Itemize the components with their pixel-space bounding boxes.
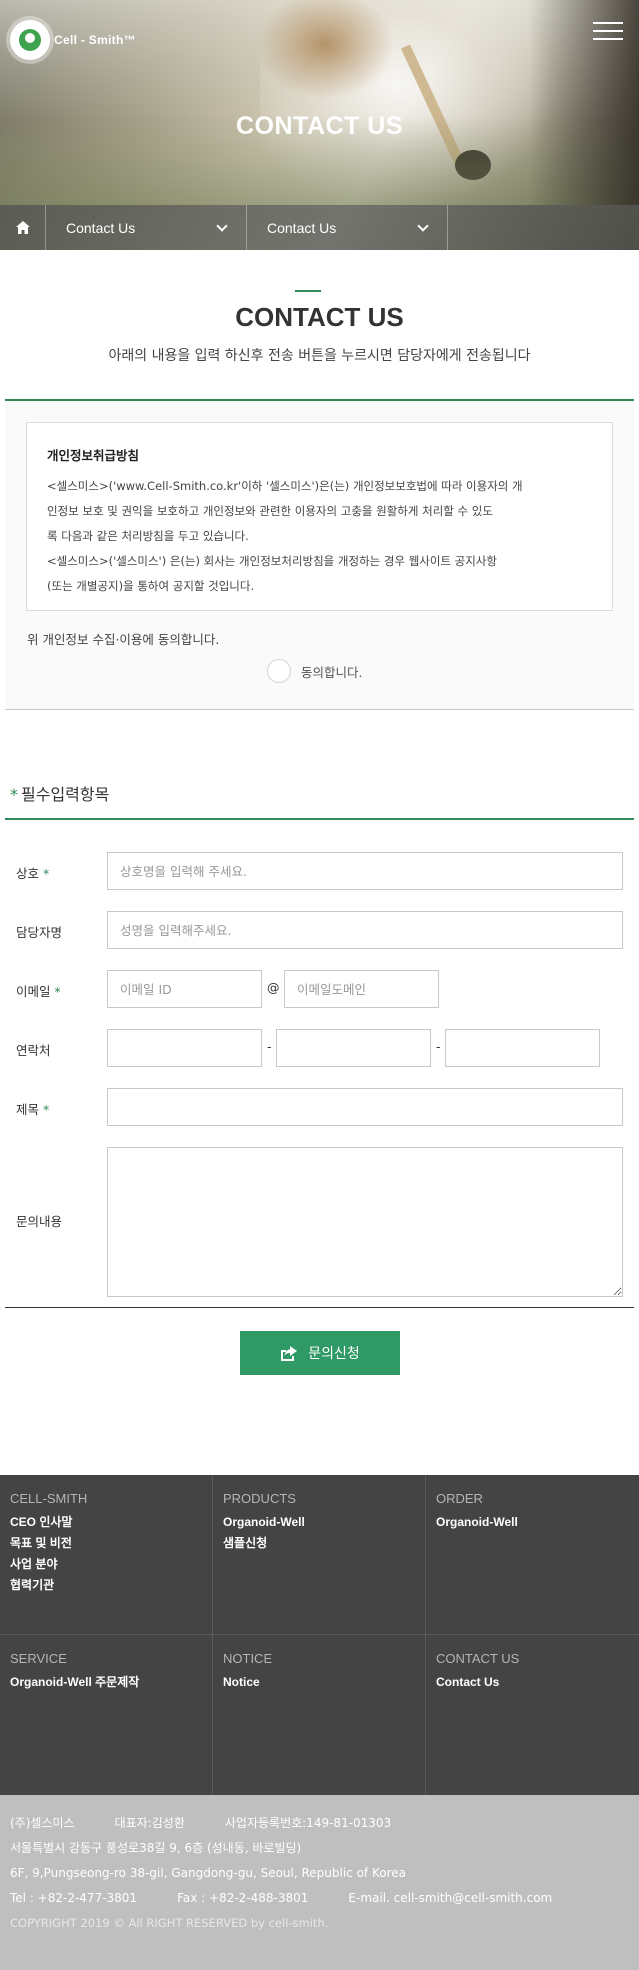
address-en: 6F, 9,Pungseong-ro 38-gil, Gangdong-gu, … xyxy=(10,1866,406,1880)
email-domain-input[interactable] xyxy=(284,970,439,1008)
submit-inquiry-button[interactable]: 문의신청 xyxy=(240,1331,400,1375)
footer-link[interactable]: Contact Us xyxy=(436,1672,629,1693)
footer-col-title: PRODUCTS xyxy=(223,1491,296,1506)
required-fields-title: * 필수입력항목 xyxy=(10,785,110,804)
fax: Fax : +82-2-488-3801 xyxy=(177,1891,309,1905)
privacy-text: <셀스미스>('www.Cell-Smith.co.kr'이하 '셀스미스')은… xyxy=(47,479,523,593)
subnav-dropdown-label: Contact Us xyxy=(267,219,337,236)
form-row-contact-name: 담당자명 xyxy=(5,911,634,951)
phone-label: 연락처 xyxy=(16,1043,51,1058)
footer-col-title: CONTACT US xyxy=(436,1651,520,1666)
footer-link[interactable]: CEO 인사말 xyxy=(10,1512,202,1533)
required-star: * xyxy=(10,785,18,804)
phone-part-1-input[interactable] xyxy=(107,1029,262,1067)
hamburger-menu-icon[interactable] xyxy=(593,22,625,44)
contact-name-label: 담당자명 xyxy=(16,925,63,940)
footer-col-title: CELL-SMITH xyxy=(10,1491,88,1506)
footer-col-title: ORDER xyxy=(436,1491,483,1506)
address-ko: 서울특별시 강동구 풍성로38길 9, 6층 (성내동, 바로빌딩) xyxy=(10,1841,302,1855)
hero-banner: Cell - Smith™ CONTACT US Contact Us Cont… xyxy=(0,0,639,250)
page-title: CONTACT US xyxy=(235,302,404,332)
form-row-phone: 연락처 - - xyxy=(5,1029,634,1069)
company-name: (주)셀스미스 xyxy=(10,1816,75,1830)
logo-text: Cell - Smith™ xyxy=(54,33,136,47)
form-bottom-divider xyxy=(5,1307,634,1308)
footer-link[interactable]: Notice xyxy=(223,1672,415,1693)
title-accent-bar xyxy=(294,290,321,292)
company-line: (주)셀스미스 대표자:김성환 사업자등록번호:149-81-01303 xyxy=(10,1811,629,1836)
footer-link[interactable]: 목표 및 비전 xyxy=(10,1533,202,1554)
footer-col-products: PRODUCTS Organoid-Well 샘플신청 xyxy=(213,1475,426,1635)
footer-col-title: SERVICE xyxy=(10,1651,67,1666)
form-row-email: 이메일 * @ xyxy=(5,970,634,1010)
company-input[interactable] xyxy=(107,852,623,890)
copyright: COPYRIGHT 2019 © All RIGHT RESERVED by c… xyxy=(10,1916,329,1930)
agree-question: 위 개인정보 수집·이용에 동의합니다. xyxy=(27,632,220,647)
contact-name-input[interactable] xyxy=(107,911,623,949)
phone-part-3-input[interactable] xyxy=(445,1029,600,1067)
company-label: 상호 * xyxy=(16,866,50,881)
chevron-down-icon xyxy=(417,219,429,232)
subnav-dropdown-label: Contact Us xyxy=(66,219,136,236)
radio-circle-icon[interactable] xyxy=(267,659,291,683)
phone-dash: - xyxy=(267,1039,272,1054)
submit-label: 문의신청 xyxy=(308,1345,360,1361)
email-label: 이메일 * xyxy=(16,984,61,999)
subnav-dropdown-2[interactable]: Contact Us xyxy=(247,205,448,250)
phone-part-2-input[interactable] xyxy=(276,1029,431,1067)
footer-col-cell-smith: CELL-SMITH CEO 인사말 목표 및 비전 사업 분야 협력기관 xyxy=(0,1475,213,1635)
form-top-divider xyxy=(5,818,634,820)
footer-sitemap: CELL-SMITH CEO 인사말 목표 및 비전 사업 분야 협력기관 PR… xyxy=(0,1475,639,1795)
email-address[interactable]: E-mail. cell-smith@cell-smith.com xyxy=(348,1891,552,1905)
chevron-down-icon xyxy=(216,219,228,232)
form-row-message: 문의내용 xyxy=(5,1147,634,1297)
ceo-name: 대표자:김성환 xyxy=(114,1816,185,1830)
footer-col-title: NOTICE xyxy=(223,1651,273,1666)
footer-link[interactable]: 협력기관 xyxy=(10,1575,202,1596)
form-row-company: 상호 * xyxy=(5,852,634,892)
agree-label: 동의합니다. xyxy=(301,664,363,680)
message-textarea[interactable] xyxy=(107,1147,623,1297)
footer-col-order: ORDER Organoid-Well xyxy=(426,1475,639,1635)
tel: Tel : +82-2-477-3801 xyxy=(10,1891,138,1905)
share-icon xyxy=(281,1346,298,1361)
sub-navigation: Contact Us Contact Us xyxy=(0,205,639,250)
privacy-heading: 개인정보취급방침 xyxy=(47,448,140,463)
page-intro: CONTACT US 아래의 내용을 입력 하신후 전송 버튼을 누르시면 담당… xyxy=(0,290,639,365)
site-logo[interactable]: Cell - Smith™ xyxy=(10,20,136,60)
footer-link[interactable]: 샘플신청 xyxy=(223,1533,415,1554)
message-label: 문의내용 xyxy=(16,1214,63,1229)
footer-company-info: (주)셀스미스 대표자:김성환 사업자등록번호:149-81-01303 서울특별시… xyxy=(0,1795,639,1970)
footer-link[interactable]: 사업 분야 xyxy=(10,1554,202,1575)
email-at-sign: @ xyxy=(267,980,280,995)
email-id-input[interactable] xyxy=(107,970,262,1008)
footer-col-contact: CONTACT US Contact Us xyxy=(426,1635,639,1795)
footer-col-notice: NOTICE Notice xyxy=(213,1635,426,1795)
home-icon[interactable] xyxy=(0,205,46,250)
page-description: 아래의 내용을 입력 하신후 전송 버튼을 누르시면 담당자에게 전송됩니다 xyxy=(108,348,531,364)
footer-link[interactable]: Organoid-Well 주문제작 xyxy=(10,1672,202,1693)
form-row-subject: 제목 * xyxy=(5,1088,634,1128)
privacy-section: 개인정보취급방침 <셀스미스>('www.Cell-Smith.co.kr'이하… xyxy=(5,401,634,710)
footer-col-service: SERVICE Organoid-Well 주문제작 xyxy=(0,1635,213,1795)
footer-link[interactable]: Organoid-Well xyxy=(436,1512,629,1533)
subject-label: 제목 * xyxy=(16,1102,50,1117)
business-reg-no: 사업자등록번호:149-81-01303 xyxy=(224,1816,392,1830)
subject-input[interactable] xyxy=(107,1088,623,1126)
subnav-dropdown-1[interactable]: Contact Us xyxy=(46,205,247,250)
privacy-policy-box[interactable]: 개인정보취급방침 <셀스미스>('www.Cell-Smith.co.kr'이하… xyxy=(26,422,613,611)
footer-link[interactable]: Organoid-Well xyxy=(223,1512,415,1533)
contact-line: Tel : +82-2-477-3801 Fax : +82-2-488-3801… xyxy=(10,1886,629,1911)
hero-title: CONTACT US xyxy=(235,112,404,140)
logo-icon xyxy=(10,20,50,60)
phone-dash: - xyxy=(436,1039,441,1054)
agree-radio[interactable]: 동의합니다. xyxy=(267,659,362,683)
